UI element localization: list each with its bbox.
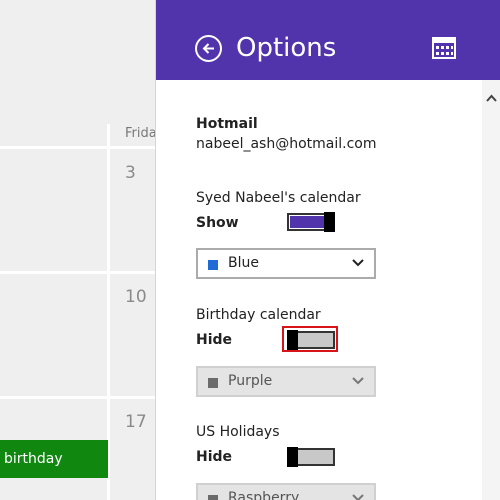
calendar-color-select[interactable]: Blue	[196, 248, 376, 279]
visibility-label: Hide	[196, 332, 233, 348]
toggle-fill	[290, 216, 324, 228]
color-swatch	[208, 495, 218, 500]
options-header: Options	[156, 0, 500, 80]
grid-line	[0, 146, 155, 149]
chevron-down-icon	[352, 259, 364, 267]
day-header-friday: Frida	[125, 126, 157, 141]
options-pane: Options Hotmail nabeel_ash@hotmail.com S…	[155, 0, 500, 500]
day-number[interactable]: 10	[125, 287, 147, 307]
back-arrow-icon	[202, 43, 214, 54]
calendar-name: Syed Nabeel's calendar	[196, 190, 361, 206]
scroll-up-icon[interactable]	[486, 94, 497, 102]
grid-line	[0, 396, 155, 399]
page-title: Options	[236, 33, 337, 63]
calendar-month-view: Frida 3 10 17 birthday	[0, 0, 157, 500]
day-number[interactable]: 3	[125, 163, 136, 183]
calendar-event-birthday[interactable]: birthday	[0, 440, 108, 478]
color-swatch	[208, 260, 218, 270]
visibility-label: Hide	[196, 449, 233, 465]
color-value: Blue	[228, 255, 259, 271]
account-email: nabeel_ash@hotmail.com	[196, 136, 377, 152]
toggle-thumb	[287, 447, 298, 467]
toggle-thumb	[324, 212, 335, 232]
calendar-color-select: Purple	[196, 366, 376, 397]
calendar-color-select: Raspberry	[196, 483, 376, 500]
calendar-name: US Holidays	[196, 424, 280, 440]
color-value: Purple	[228, 373, 273, 389]
chevron-down-icon	[352, 494, 364, 500]
calendar-name: Birthday calendar	[196, 307, 321, 323]
toggle-thumb	[287, 330, 298, 350]
birthday-calendar-toggle[interactable]	[287, 330, 335, 350]
day-number[interactable]: 17	[125, 412, 147, 432]
show-calendar-toggle[interactable]	[287, 212, 335, 232]
back-button[interactable]	[195, 35, 222, 62]
calendar-icon[interactable]	[432, 37, 456, 59]
visibility-label: Show	[196, 215, 239, 231]
us-holidays-toggle[interactable]	[287, 447, 335, 467]
account-name: Hotmail	[196, 116, 258, 132]
grid-line	[0, 271, 155, 274]
color-swatch	[208, 378, 218, 388]
vertical-scrollbar[interactable]	[482, 80, 500, 500]
chevron-down-icon	[352, 377, 364, 385]
color-value: Raspberry	[228, 490, 300, 500]
